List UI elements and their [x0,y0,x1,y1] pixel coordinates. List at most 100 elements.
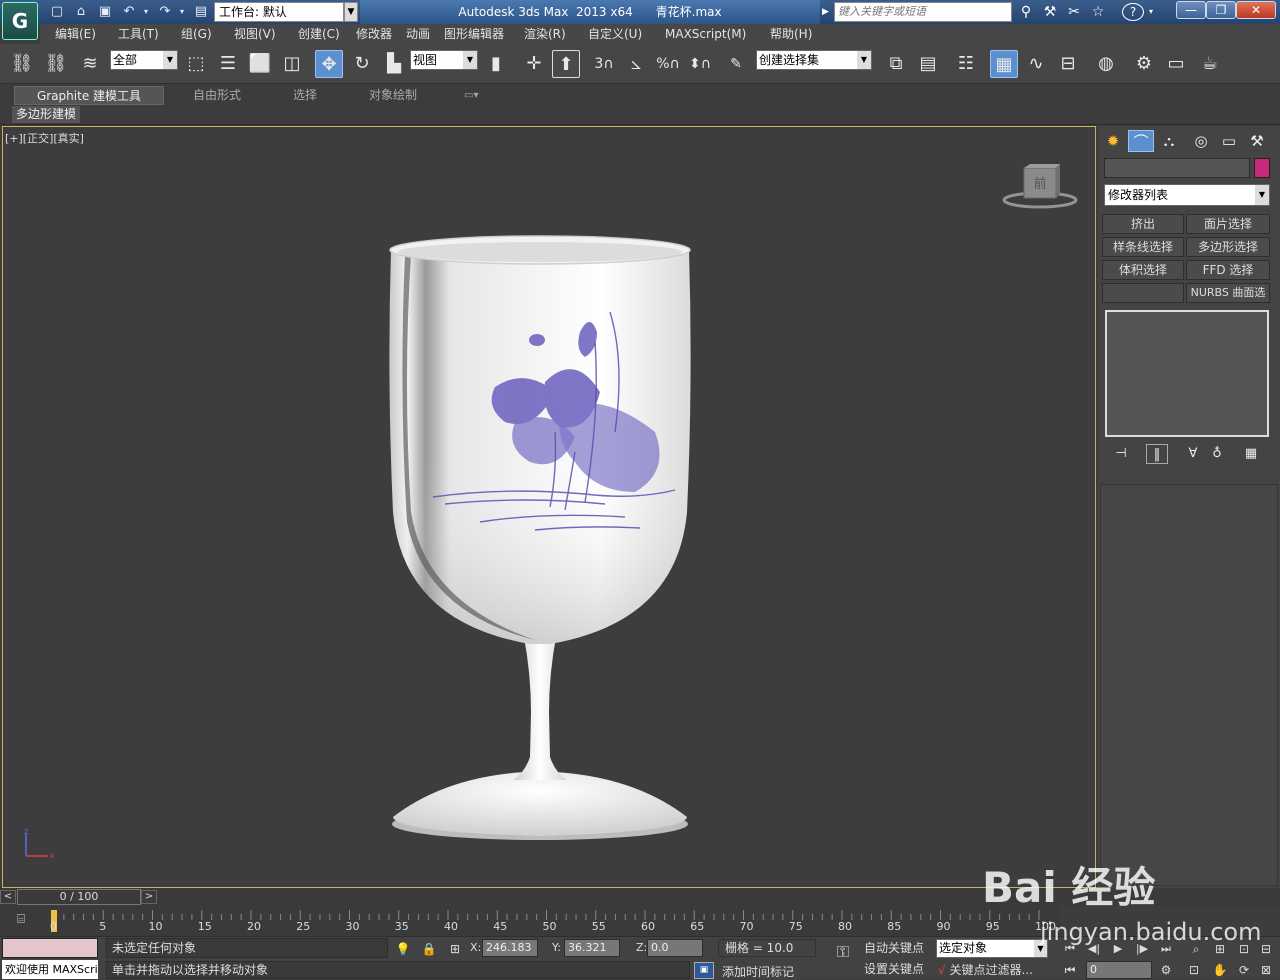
mirror-icon[interactable]: ⧉ [882,50,910,78]
close-button[interactable]: ✕ [1236,1,1276,19]
object-color-swatch[interactable] [1254,158,1270,178]
render-production-teapot-icon[interactable]: ☕ [1196,50,1224,78]
ffd-select-button[interactable]: FFD 选择 [1186,260,1270,280]
motion-panel-icon[interactable]: ◎ [1188,130,1214,152]
current-frame-field[interactable]: 0 [1086,961,1152,979]
keyboard-shortcut-override-icon[interactable]: ⬆ [552,50,580,78]
mini-curve-editor-icon[interactable]: ⌸ [10,912,32,930]
key-mode-toggle-icon[interactable]: ⏮ [1060,961,1080,979]
menu-views[interactable]: 视图(V) [234,24,276,44]
transform-type-in-icon[interactable]: ⊞ [446,940,464,958]
set-key-icon[interactable]: ⚿ [828,942,858,962]
time-configuration-icon[interactable]: ⚙ [1156,961,1176,979]
maxscript-welcome[interactable]: 欢迎使用 MAXScri [2,960,98,979]
communication-center-icon[interactable]: ✂ [1064,3,1084,21]
add-time-tag-button[interactable]: 添加时间标记 [722,963,794,980]
angle-snap-icon[interactable]: ⦣ [622,50,650,78]
zoom-extents-icon[interactable]: ⊡ [1184,961,1204,979]
restore-button[interactable]: ❐ [1206,1,1236,19]
menu-tools[interactable]: 工具(T) [118,24,159,44]
configure-modifier-sets-icon[interactable]: ▦ [1240,444,1262,464]
select-object-icon[interactable]: ⬚ [182,50,210,78]
menu-maxscript[interactable]: MAXScript(M) [665,24,746,44]
spinner-snap-icon[interactable]: ⬍∩ [686,50,714,78]
polygon-modeling-panel[interactable]: 多边形建模 [12,106,80,123]
named-selection-dropdown[interactable]: 创建选择集 ▼ [756,50,872,70]
new-file-icon[interactable]: ▢ [48,3,66,21]
make-unique-icon[interactable]: ∀ [1182,444,1204,464]
select-and-move-icon[interactable]: ✥ [315,50,343,78]
link-icon[interactable]: ⛓ [8,50,36,78]
align-icon[interactable]: ▤ [914,50,942,78]
x-coord-field[interactable]: 246.183 [482,939,538,957]
window-crossing-icon[interactable]: ◫ [278,50,306,78]
display-panel-icon[interactable]: ▭ [1216,130,1242,152]
empty-modifier-button[interactable] [1102,283,1184,303]
tab-graphite-modeling[interactable]: Graphite 建模工具 [14,86,164,105]
hierarchy-panel-icon[interactable]: ⛬ [1156,130,1182,152]
select-and-scale-icon[interactable]: ▙ [380,50,408,78]
search-expand-icon[interactable]: ▶ [822,4,832,20]
poly-select-button[interactable]: 多边形选择 [1186,237,1270,257]
menu-animation[interactable]: 动画 [406,24,430,44]
object-name-field[interactable] [1104,158,1250,178]
layer-manager-icon[interactable]: ☷ [952,50,980,78]
maximize-viewport-icon[interactable]: ⊠ [1256,961,1276,979]
show-end-result-icon[interactable]: ‖ [1146,444,1168,464]
tab-object-paint[interactable]: 对象绘制 [369,86,417,105]
create-panel-icon[interactable]: ✹ [1100,130,1126,152]
z-coord-field[interactable]: 0.0 [647,939,703,957]
viewport-label[interactable]: [+][正交][真实] [5,130,84,146]
orbit-icon[interactable]: ⟳ [1234,961,1254,979]
y-coord-field[interactable]: 36.321 [564,939,620,957]
minimize-button[interactable]: — [1176,1,1206,19]
binoculars-icon[interactable]: ⚲ [1016,3,1036,21]
tab-freeform[interactable]: 自由形式 [193,86,241,105]
select-manipulate-icon[interactable]: ✛ [520,50,548,78]
tab-selection[interactable]: 选择 [293,86,317,105]
modify-panel-icon[interactable]: ⌒ [1128,130,1154,152]
favorites-star-icon[interactable]: ☆ [1088,3,1108,21]
render-setup-icon[interactable]: ⚙ [1130,50,1158,78]
percent-snap-icon[interactable]: %∩ [654,50,682,78]
key-mode-dropdown[interactable]: 选定对象 ▼ [936,939,1048,958]
help-button[interactable]: ? [1122,3,1144,21]
open-file-icon[interactable]: ⌂ [72,3,90,21]
pin-stack-icon[interactable]: ⊣ [1110,444,1132,464]
workspace-dropdown-arrow-icon[interactable]: ▼ [344,2,358,22]
modifier-list-dropdown[interactable]: 修改器列表 ▼ [1104,184,1270,206]
project-folder-icon[interactable]: ▤ [192,3,210,21]
porcelain-goblet-model[interactable] [385,232,695,842]
menu-graph-editors[interactable]: 图形编辑器 [444,24,504,44]
time-next-icon[interactable]: > [141,890,157,904]
volume-select-button[interactable]: 体积选择 [1102,260,1184,280]
search-input[interactable]: 键入关键字或短语 [834,2,1012,22]
menu-modifiers[interactable]: 修改器 [356,24,392,44]
snaps-toggle-icon[interactable]: 3∩ [590,50,618,78]
extrude-button[interactable]: 挤出 [1102,214,1184,234]
app-logo-button[interactable]: G [2,2,38,40]
pan-view-icon[interactable]: ✋ [1210,961,1230,979]
help-dropdown-icon[interactable]: ▾ [1146,3,1156,21]
maxscript-listener-mini[interactable] [2,938,98,958]
patch-select-button[interactable]: 面片选择 [1186,214,1270,234]
edit-named-selection-icon[interactable]: ✎ [722,50,750,78]
reference-coordinate-dropdown[interactable]: 视图 ▼ [410,50,478,70]
nurbs-surface-select-button[interactable]: NURBS 曲面选择 [1186,283,1270,303]
graphite-toggle-icon[interactable]: ▦ [990,50,1018,78]
redo-dropdown-icon[interactable]: ▾ [176,3,188,21]
auto-key-button[interactable]: 自动关键点 [864,939,932,958]
time-slider-thumb[interactable]: 0 / 100 [17,889,141,905]
rectangular-selection-icon[interactable]: ⬜ [246,50,274,78]
subscription-icon[interactable]: ⚒ [1040,3,1060,21]
menu-customize[interactable]: 自定义(U) [588,24,642,44]
set-key-button[interactable]: 设置关键点 [864,960,932,979]
menu-help[interactable]: 帮助(H) [770,24,812,44]
schematic-view-icon[interactable]: ⊟ [1054,50,1082,78]
rendered-frame-window-icon[interactable]: ▭ [1162,50,1190,78]
select-by-name-icon[interactable]: ☰ [214,50,242,78]
time-tag-icon[interactable]: ▣ [694,962,714,979]
menu-create[interactable]: 创建(C) [298,24,340,44]
time-prev-icon[interactable]: < [0,890,16,904]
material-editor-icon[interactable]: ◍ [1092,50,1120,78]
